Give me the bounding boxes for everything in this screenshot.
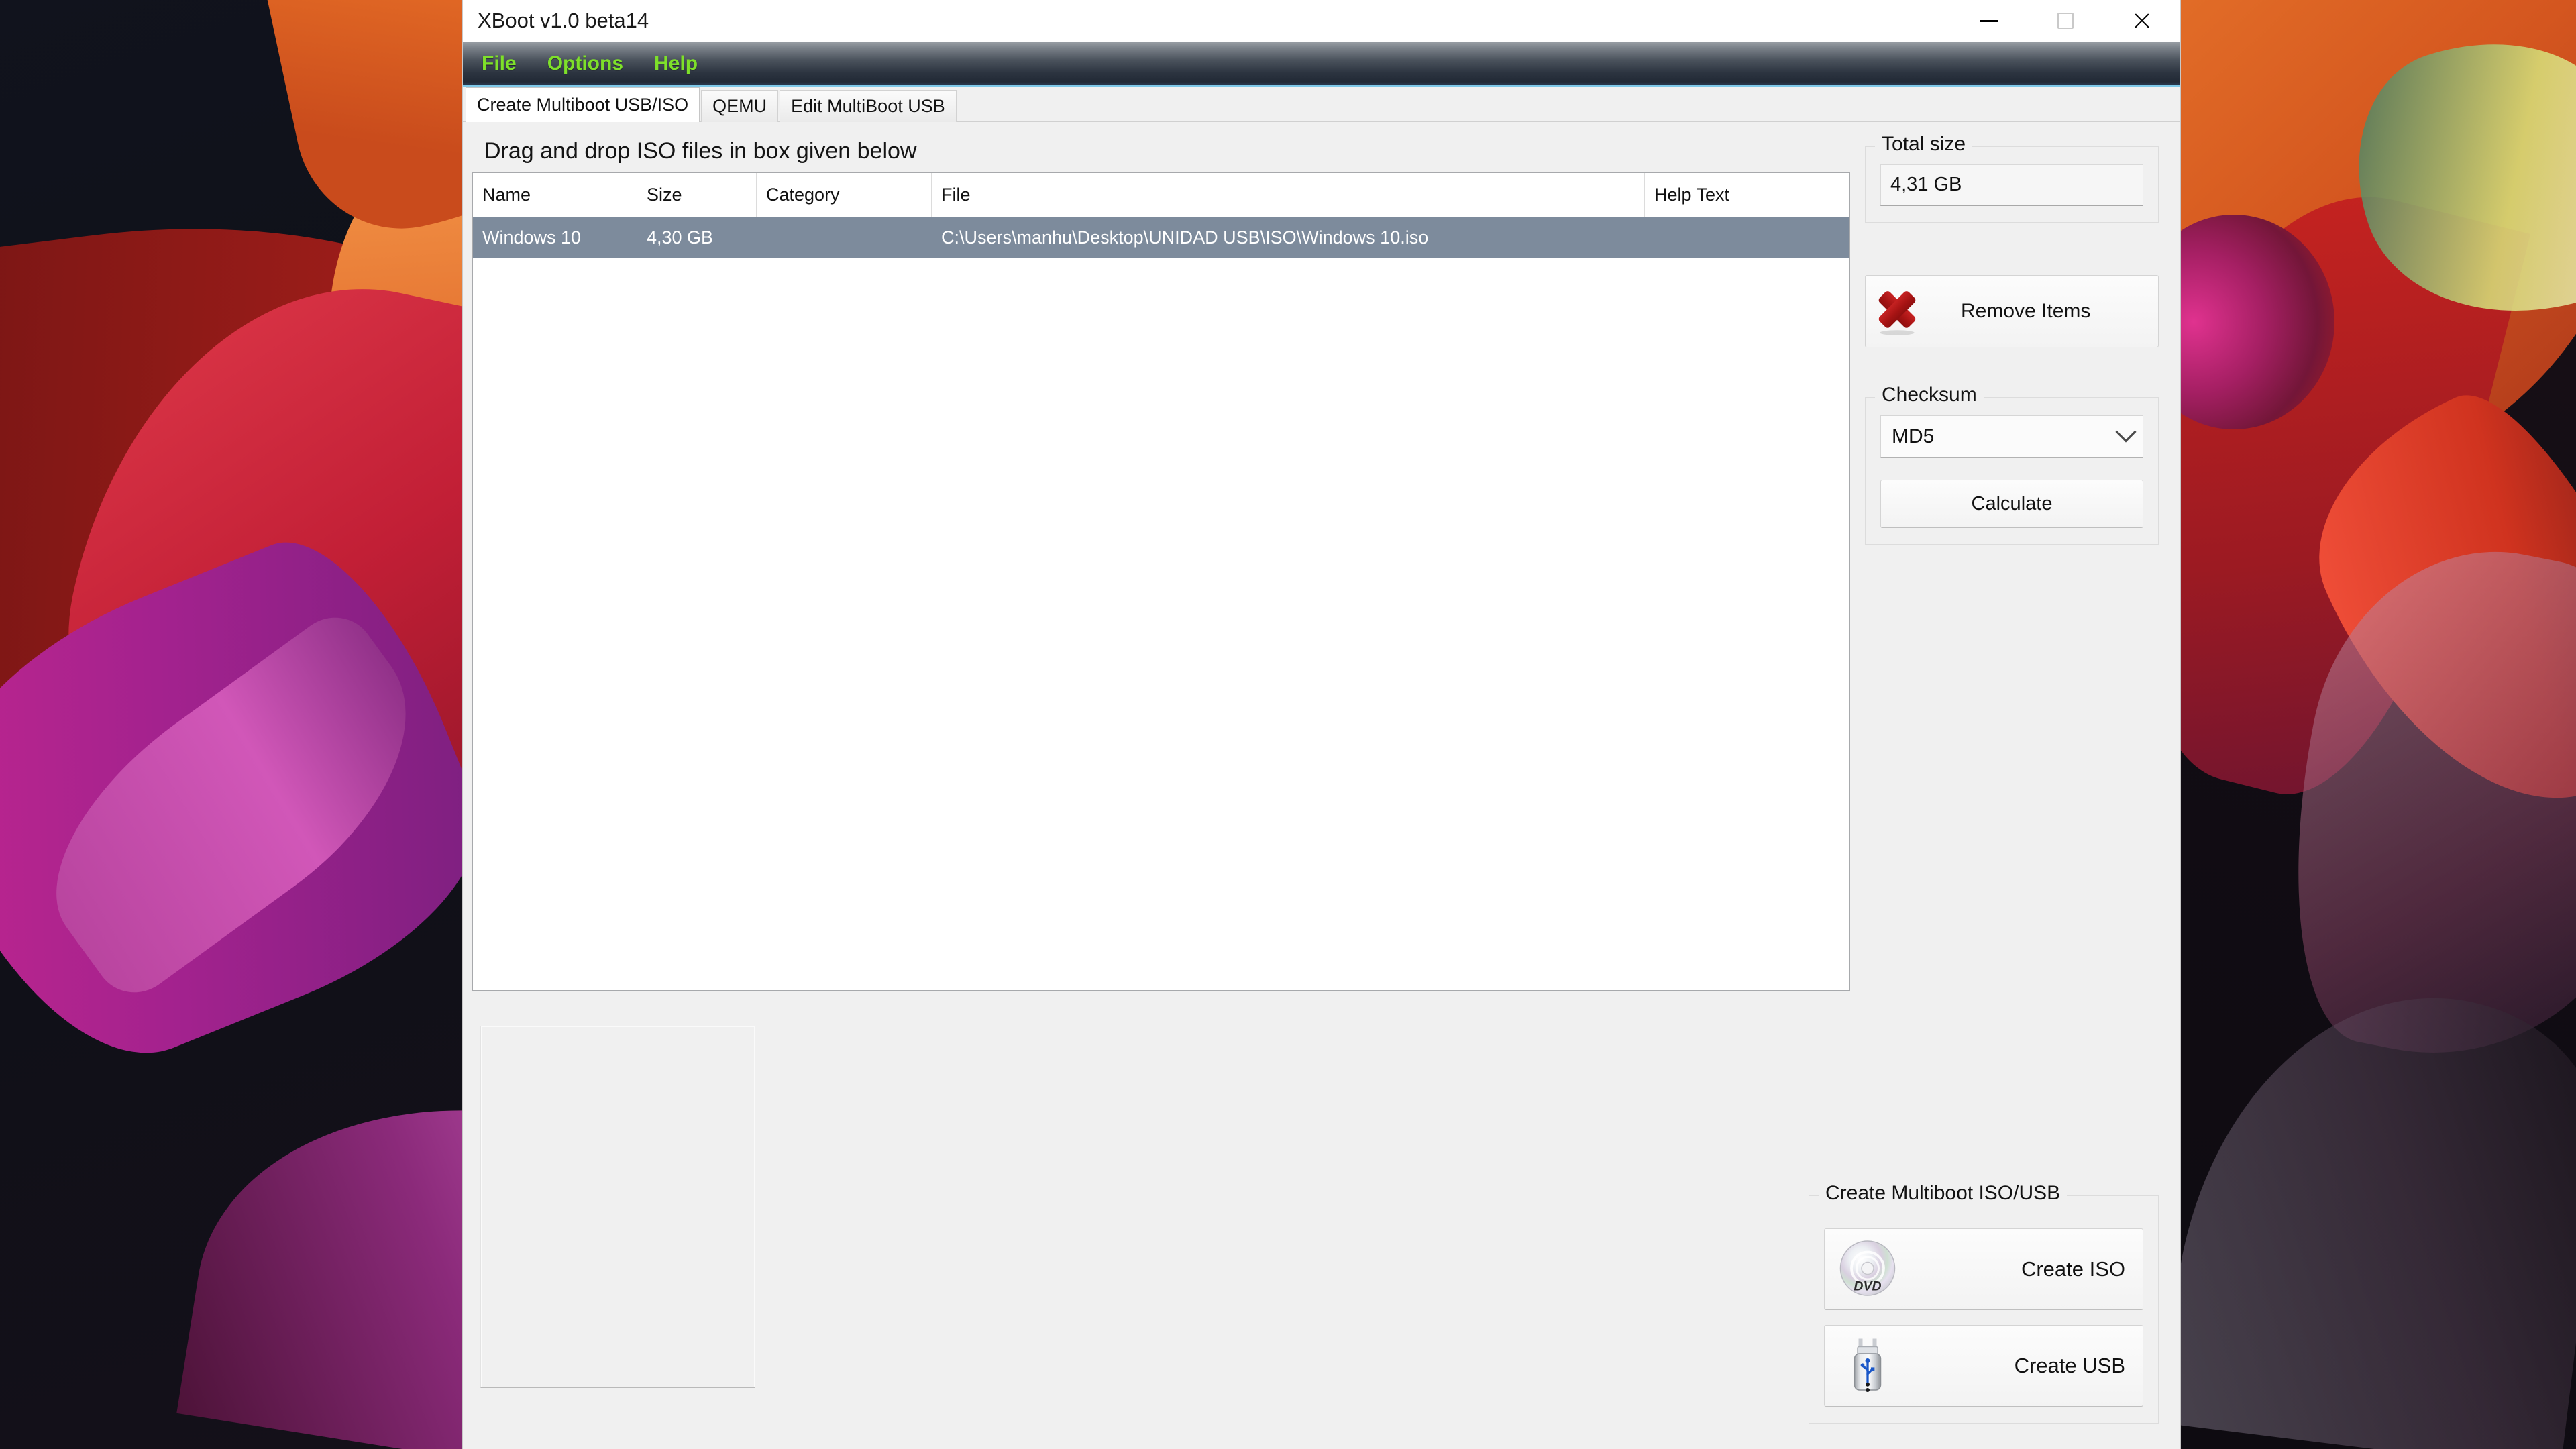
cell-size: 4,30 GB bbox=[647, 227, 714, 248]
create-iso-label: Create ISO bbox=[2021, 1257, 2125, 1281]
window-controls bbox=[1951, 0, 2180, 42]
column-header-size[interactable]: Size bbox=[637, 173, 757, 217]
cell-help-text bbox=[1645, 217, 1821, 258]
maximize-icon bbox=[2057, 13, 2074, 29]
tab-qemu[interactable]: QEMU bbox=[701, 90, 779, 122]
title-bar[interactable]: XBoot v1.0 beta14 bbox=[463, 0, 2180, 42]
svg-text:DVD: DVD bbox=[1854, 1279, 1881, 1294]
close-icon bbox=[2133, 11, 2151, 30]
menu-item-options[interactable]: Options bbox=[547, 52, 623, 75]
minimize-button[interactable] bbox=[1951, 0, 2027, 42]
maximize-button[interactable] bbox=[2027, 0, 2104, 42]
checksum-algorithm-value: MD5 bbox=[1892, 425, 1935, 447]
tab-edit-multiboot-usb[interactable]: Edit MultiBoot USB bbox=[780, 90, 957, 122]
create-usb-label: Create USB bbox=[2014, 1354, 2125, 1377]
window-title: XBoot v1.0 beta14 bbox=[478, 9, 649, 32]
checksum-groupbox: Checksum MD5 Calculate bbox=[1865, 384, 2159, 545]
bottom-area bbox=[472, 991, 1850, 1449]
tab-label: QEMU bbox=[712, 96, 767, 116]
remove-items-label: Remove Items bbox=[1961, 300, 2091, 322]
calculate-label: Calculate bbox=[1971, 492, 2053, 515]
tab-content-panel: Drag and drop ISO files in box given bel… bbox=[463, 122, 2180, 1449]
checksum-label: Checksum bbox=[1875, 384, 1984, 407]
menu-item-help[interactable]: Help bbox=[654, 52, 698, 75]
cell-category bbox=[757, 217, 932, 258]
tab-strip: Create Multiboot USB/ISO QEMU Edit Multi… bbox=[463, 87, 2180, 122]
drag-drop-heading: Drag and drop ISO files in box given bel… bbox=[484, 138, 917, 164]
calculate-button[interactable]: Calculate bbox=[1880, 480, 2143, 528]
preview-panel bbox=[480, 1026, 755, 1388]
remove-items-button[interactable]: Remove Items bbox=[1865, 275, 2159, 347]
column-header-file[interactable]: File bbox=[932, 173, 1645, 217]
cell-name: Windows 10 bbox=[482, 227, 582, 248]
tab-label: Edit MultiBoot USB bbox=[791, 96, 945, 116]
total-size-label: Total size bbox=[1875, 133, 1973, 156]
menu-bar: File Options Help bbox=[463, 42, 2180, 87]
create-iso-button[interactable]: DVD Create ISO bbox=[1824, 1228, 2143, 1310]
chevron-down-icon bbox=[2115, 421, 2137, 442]
create-multiboot-groupbox: Create Multiboot ISO/USB DVD Create ISO … bbox=[1809, 1182, 2159, 1424]
tab-label: Create Multiboot USB/ISO bbox=[477, 95, 689, 115]
total-size-groupbox: Total size 4,31 GB bbox=[1865, 133, 2159, 223]
dvd-disc-icon: DVD bbox=[1839, 1240, 1896, 1296]
checksum-algorithm-select[interactable]: MD5 bbox=[1880, 415, 2143, 458]
iso-list-view[interactable]: Name Size Category File Help Text Window… bbox=[472, 172, 1850, 991]
list-body: Windows 10 4,30 GB C:\Users\manhu\Deskto… bbox=[473, 217, 1849, 990]
table-row[interactable]: Windows 10 4,30 GB C:\Users\manhu\Deskto… bbox=[473, 217, 1849, 258]
left-column: Drag and drop ISO files in box given bel… bbox=[463, 122, 1865, 1449]
column-header-name[interactable]: Name bbox=[473, 173, 637, 217]
menu-item-file[interactable]: File bbox=[482, 52, 517, 75]
close-button[interactable] bbox=[2104, 0, 2180, 42]
create-usb-button[interactable]: Create USB bbox=[1824, 1325, 2143, 1407]
tab-create-multiboot-usb-iso[interactable]: Create Multiboot USB/ISO bbox=[466, 87, 700, 122]
total-size-value: 4,31 GB bbox=[1880, 164, 2143, 206]
minimize-icon bbox=[1980, 19, 1998, 22]
red-x-icon bbox=[1878, 291, 1916, 335]
cell-file: C:\Users\manhu\Desktop\UNIDAD USB\ISO\Wi… bbox=[941, 227, 1429, 248]
column-header-category[interactable]: Category bbox=[757, 173, 932, 217]
xboot-window: XBoot v1.0 beta14 File Options Help Crea… bbox=[463, 0, 2180, 1449]
column-header-help-text[interactable]: Help Text bbox=[1645, 173, 1821, 217]
create-multiboot-label: Create Multiboot ISO/USB bbox=[1819, 1182, 2068, 1205]
list-header-row: Name Size Category File Help Text bbox=[473, 173, 1849, 217]
usb-drive-icon bbox=[1854, 1338, 1882, 1392]
sidebar-panel: Total size 4,31 GB Remove Items Checksum… bbox=[1809, 122, 2180, 1449]
